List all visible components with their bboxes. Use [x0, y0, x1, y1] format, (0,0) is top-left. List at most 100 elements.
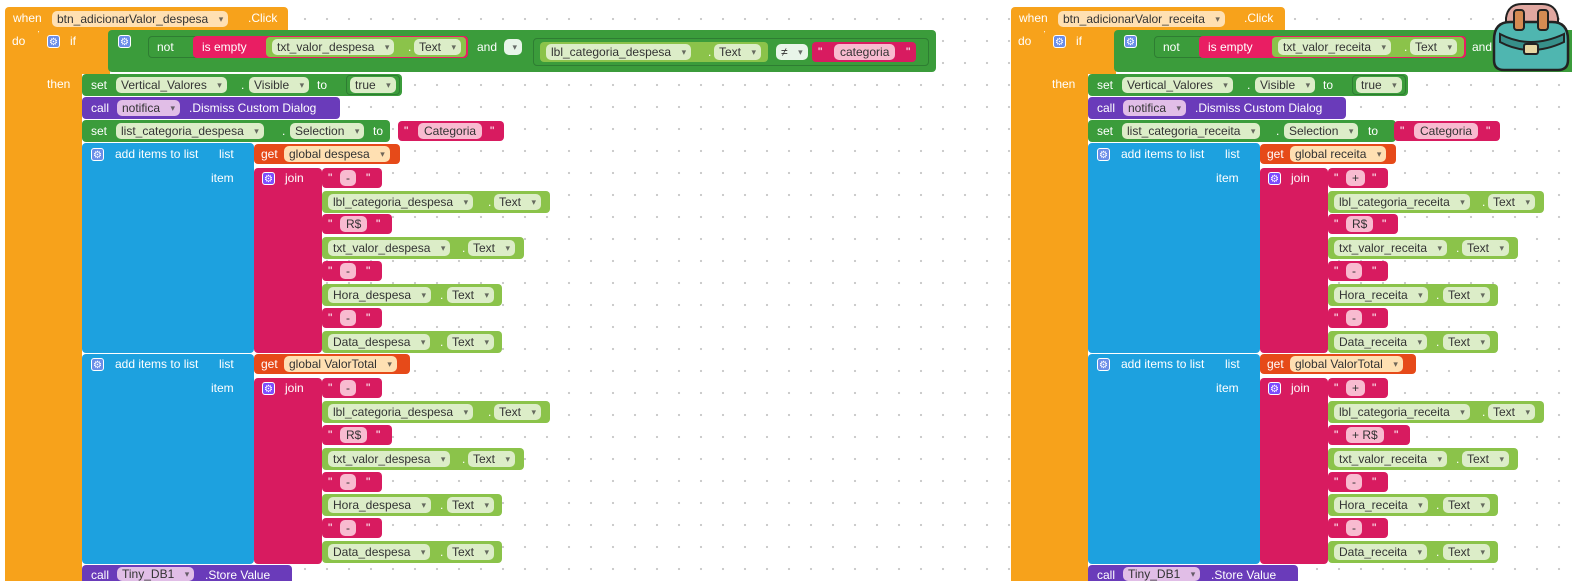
left-text-dropdown[interactable]: Text	[447, 544, 495, 560]
left-sign-string[interactable]: -	[340, 170, 356, 186]
right-text-dropdown[interactable]: Text	[1488, 404, 1536, 420]
left-item-label: item	[211, 171, 234, 185]
right-sign-string[interactable]: +	[1346, 170, 1366, 186]
right-global-valortotal-dropdown[interactable]: global ValorTotal	[1290, 356, 1403, 372]
left-global-despesa-dropdown[interactable]: global despesa	[284, 146, 390, 162]
left-text-dropdown[interactable]: Text	[447, 287, 495, 303]
left-rs-string[interactable]: R$	[340, 216, 368, 232]
left-join-block-1[interactable]	[254, 168, 322, 353]
gear-icon[interactable]: ⚙	[47, 35, 60, 48]
right-vertical-dropdown[interactable]: Vertical_Valores	[1122, 77, 1233, 93]
right-text-dropdown[interactable]: Text	[1462, 240, 1510, 256]
left-text-dropdown[interactable]: Text	[447, 497, 495, 513]
right-text-dropdown[interactable]: Text	[1443, 287, 1491, 303]
gear-icon[interactable]: ⚙	[262, 382, 275, 395]
left-text-dropdown[interactable]: Text	[494, 404, 542, 420]
gear-icon[interactable]: ⚙	[1097, 148, 1110, 161]
right-sep-string[interactable]: -	[1346, 310, 1362, 326]
right-global-receita-dropdown[interactable]: global receita	[1290, 146, 1387, 162]
right-txt-valor-dropdown[interactable]: txt_valor_receita	[1334, 451, 1448, 467]
right-join-block-2[interactable]	[1260, 378, 1328, 564]
left-notifica-dropdown[interactable]: notifica	[117, 100, 181, 116]
left-hora-dropdown[interactable]: Hora_despesa	[328, 287, 432, 303]
backpack-icon[interactable]	[1488, 0, 1572, 72]
left-lbl-categoria-dropdown[interactable]: lbl_categoria_despesa	[328, 404, 474, 420]
left-visible-dropdown[interactable]: Visible	[249, 77, 310, 93]
right-sep-string[interactable]: -	[1346, 520, 1362, 536]
right-sign-string[interactable]: +	[1346, 380, 1366, 396]
left-event-component-dropdown[interactable]: btn_adicionarValor_despesa	[52, 11, 229, 27]
left-sep-string[interactable]: -	[340, 520, 356, 536]
gear-icon[interactable]: ⚙	[1268, 382, 1281, 395]
left-lbl-prop-text-dropdown[interactable]: Text	[714, 44, 762, 60]
left-and-dropdown[interactable]	[504, 39, 522, 55]
right-notifica-dropdown[interactable]: notifica	[1123, 100, 1187, 116]
left-text-dropdown[interactable]: Text	[447, 334, 495, 350]
right-text-dropdown[interactable]: Text	[1443, 497, 1491, 513]
left-hora-dropdown[interactable]: Hora_despesa	[328, 497, 432, 513]
right-tinydb-dropdown[interactable]: Tiny_DB1	[1123, 567, 1201, 581]
left-sep-string[interactable]: -	[340, 263, 356, 279]
left-lbl-categoria-dropdown[interactable]: lbl_categoria_despesa	[328, 194, 474, 210]
left-list-label: list	[219, 147, 234, 161]
right-data-dropdown[interactable]: Data_receita	[1334, 334, 1428, 350]
gear-icon[interactable]: ⚙	[1124, 35, 1137, 48]
right-data-dropdown[interactable]: Data_receita	[1334, 544, 1428, 560]
right-text-dropdown[interactable]: Text	[1443, 544, 1491, 560]
left-true-dropdown[interactable]: true	[350, 77, 396, 93]
right-text-dropdown[interactable]: Text	[1488, 194, 1536, 210]
right-join-block-1[interactable]	[1260, 168, 1328, 353]
left-data-dropdown[interactable]: Data_despesa	[328, 544, 431, 560]
right-prop-text-dropdown[interactable]: Text	[1410, 39, 1458, 55]
left-rs-string[interactable]: R$	[340, 427, 368, 443]
left-categoria-cap-string[interactable]: Categoria	[418, 123, 483, 139]
right-list-categoria-dropdown[interactable]: list_categoria_receita	[1122, 123, 1261, 139]
left-prop-text-dropdown[interactable]: Text	[414, 39, 462, 55]
right-categoria-cap-string[interactable]: Categoria	[1414, 123, 1479, 139]
right-txt-valor-dropdown[interactable]: txt_valor_receita	[1278, 39, 1392, 55]
right-true-dropdown[interactable]: true	[1356, 77, 1402, 93]
left-ne-dropdown[interactable]: ≠	[776, 44, 808, 60]
gear-icon[interactable]: ⚙	[91, 148, 104, 161]
left-sign-string[interactable]: -	[340, 380, 356, 396]
right-rs-string[interactable]: R$	[1346, 216, 1374, 232]
gear-icon[interactable]: ⚙	[91, 358, 104, 371]
left-vertical-dropdown[interactable]: Vertical_Valores	[116, 77, 227, 93]
right-sep-string[interactable]: -	[1346, 263, 1362, 279]
left-data-dropdown[interactable]: Data_despesa	[328, 334, 431, 350]
left-join-block-2[interactable]	[254, 378, 322, 564]
left-text-dropdown[interactable]: Text	[468, 240, 516, 256]
quote-close: "	[1372, 475, 1377, 489]
left-list-categoria-dropdown[interactable]: list_categoria_despesa	[116, 123, 264, 139]
gear-icon[interactable]: ⚙	[1053, 35, 1066, 48]
right-hora-dropdown[interactable]: Hora_receita	[1334, 497, 1428, 513]
left-txt-valor-dropdown[interactable]: txt_valor_despesa	[328, 451, 451, 467]
right-rs-string[interactable]: + R$	[1346, 427, 1384, 443]
left-categoria-string[interactable]: categoria	[834, 44, 896, 60]
gear-icon[interactable]: ⚙	[118, 35, 131, 48]
gear-icon[interactable]: ⚙	[262, 172, 275, 185]
gear-icon[interactable]: ⚙	[1097, 358, 1110, 371]
left-txt-valor-dropdown[interactable]: txt_valor_despesa	[272, 39, 395, 55]
left-txt-valor-dropdown[interactable]: txt_valor_despesa	[328, 240, 451, 256]
right-event-component-dropdown[interactable]: btn_adicionarValor_receita	[1058, 11, 1225, 27]
right-text-dropdown[interactable]: Text	[1443, 334, 1491, 350]
left-global-valortotal-dropdown[interactable]: global ValorTotal	[284, 356, 397, 372]
left-text-dropdown[interactable]: Text	[494, 194, 542, 210]
gear-icon[interactable]: ⚙	[1268, 172, 1281, 185]
left-selection-dropdown[interactable]: Selection	[290, 123, 365, 139]
quote-open: "	[1334, 171, 1339, 185]
left-sep-string[interactable]: -	[340, 310, 356, 326]
left-text-dropdown[interactable]: Text	[468, 451, 516, 467]
right-hora-dropdown[interactable]: Hora_receita	[1334, 287, 1428, 303]
right-lbl-categoria-dropdown[interactable]: lbl_categoria_receita	[1334, 194, 1470, 210]
right-visible-dropdown[interactable]: Visible	[1255, 77, 1316, 93]
right-selection-dropdown[interactable]: Selection	[1284, 123, 1359, 139]
left-tinydb-dropdown[interactable]: Tiny_DB1	[117, 567, 195, 581]
right-lbl-categoria-dropdown[interactable]: lbl_categoria_receita	[1334, 404, 1470, 420]
right-text-dropdown[interactable]: Text	[1462, 451, 1510, 467]
left-lbl-categoria-dropdown[interactable]: lbl_categoria_despesa	[546, 44, 692, 60]
right-sep-string[interactable]: -	[1346, 474, 1362, 490]
left-sep-string[interactable]: -	[340, 474, 356, 490]
right-txt-valor-dropdown[interactable]: txt_valor_receita	[1334, 240, 1448, 256]
